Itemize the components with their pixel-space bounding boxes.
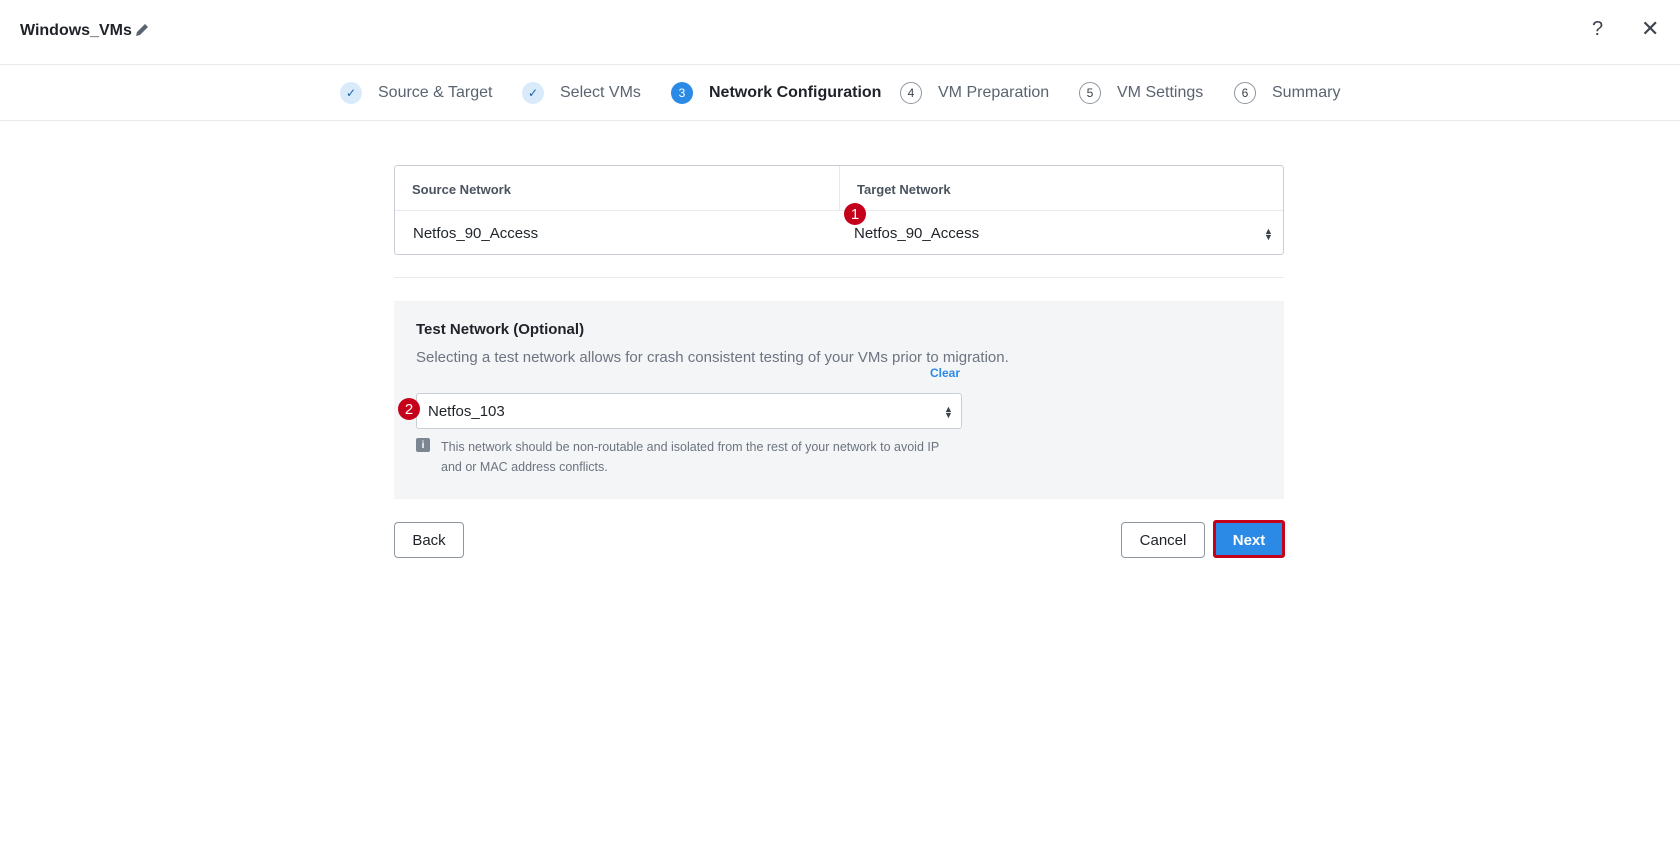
edit-pencil-icon[interactable]: [134, 22, 150, 38]
callout-badge-2: 2: [398, 398, 420, 420]
cancel-button[interactable]: Cancel: [1121, 522, 1205, 558]
next-button[interactable]: Next: [1214, 522, 1284, 558]
step-network-configuration[interactable]: 3 Network Configuration: [671, 81, 881, 105]
step-source-target[interactable]: ✓ Source & Target: [340, 81, 492, 105]
step-label: Select VMs: [560, 84, 641, 101]
test-network-panel: Test Network (Optional) Selecting a test…: [394, 301, 1284, 499]
column-divider: [839, 166, 840, 211]
help-icon[interactable]: ?: [1592, 18, 1603, 41]
info-icon: i: [416, 438, 430, 452]
step-select-vms[interactable]: ✓ Select VMs: [522, 81, 641, 105]
step-label: VM Settings: [1117, 84, 1204, 101]
test-network-select[interactable]: Netfos_103 ▲ ▼: [416, 393, 962, 429]
step-label: Network Configuration: [709, 84, 882, 101]
callout-badge-1: 1: [844, 203, 866, 225]
step-number: 6: [1234, 82, 1256, 104]
plan-title: Windows_VMs: [20, 22, 132, 39]
source-network-value: Netfos_90_Access: [413, 225, 539, 242]
step-vm-settings[interactable]: 5 VM Settings: [1079, 81, 1203, 105]
select-arrows-icon: ▲ ▼: [944, 404, 953, 420]
clear-link[interactable]: Clear: [930, 366, 960, 380]
test-network-info-text: This network should be non-routable and …: [441, 440, 939, 474]
target-network-value: Netfos_90_Access: [854, 225, 980, 242]
step-number: 3: [671, 82, 693, 104]
network-mapping-table: Source Network Target Network Netfos_90_…: [394, 165, 1284, 255]
target-network-select[interactable]: Netfos_90_Access ▲ ▼: [839, 212, 1283, 254]
source-network-header: Source Network: [412, 182, 511, 197]
test-network-value: Netfos_103: [428, 403, 505, 420]
test-network-title: Test Network (Optional): [416, 321, 585, 338]
step-vm-preparation[interactable]: 4 VM Preparation: [900, 81, 1049, 105]
target-network-header: Target Network: [857, 182, 951, 197]
back-button[interactable]: Back: [394, 522, 464, 558]
step-number: 5: [1079, 82, 1101, 104]
test-network-description: Selecting a test network allows for cras…: [416, 349, 1009, 366]
wizard-stepper: ✓ Source & Target ✓ Select VMs 3 Network…: [0, 65, 1680, 121]
check-icon: ✓: [522, 82, 544, 104]
divider: [394, 277, 1284, 278]
step-label: VM Preparation: [938, 84, 1050, 101]
step-number: 4: [900, 82, 922, 104]
step-label: Source & Target: [378, 84, 493, 101]
check-icon: ✓: [340, 82, 362, 104]
step-summary[interactable]: 6 Summary: [1234, 81, 1340, 105]
table-header: Source Network Target Network: [395, 166, 1283, 211]
select-arrows-icon: ▲ ▼: [1264, 226, 1273, 242]
close-icon[interactable]: ✕: [1641, 16, 1659, 42]
dialog-header: Windows_VMs ? ✕: [0, 0, 1680, 65]
step-label: Summary: [1272, 84, 1341, 101]
